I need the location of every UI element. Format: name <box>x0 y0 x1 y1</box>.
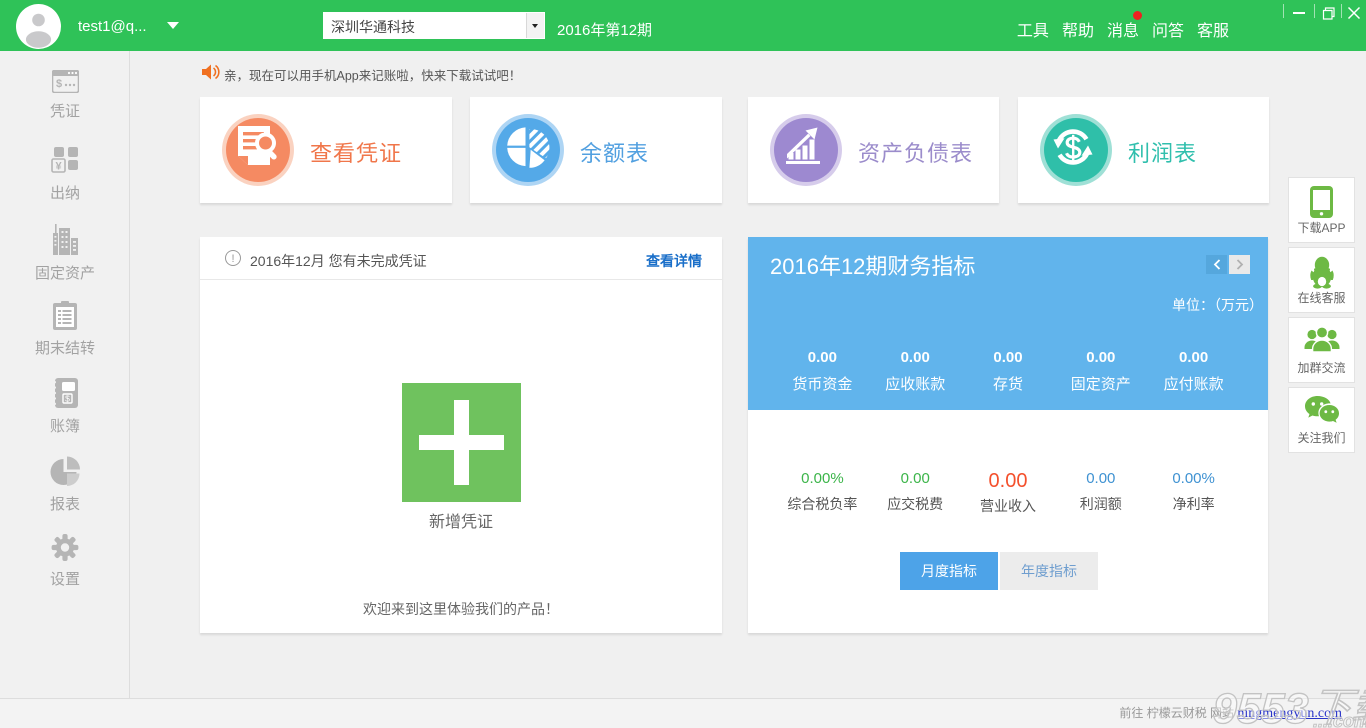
svg-text:....com: ....com <box>1313 711 1366 728</box>
svg-text:$: $ <box>55 78 61 90</box>
svg-text:¥: ¥ <box>55 161 62 173</box>
svg-text:9553: 9553 <box>1213 685 1309 728</box>
svg-text:$: $ <box>65 394 70 404</box>
